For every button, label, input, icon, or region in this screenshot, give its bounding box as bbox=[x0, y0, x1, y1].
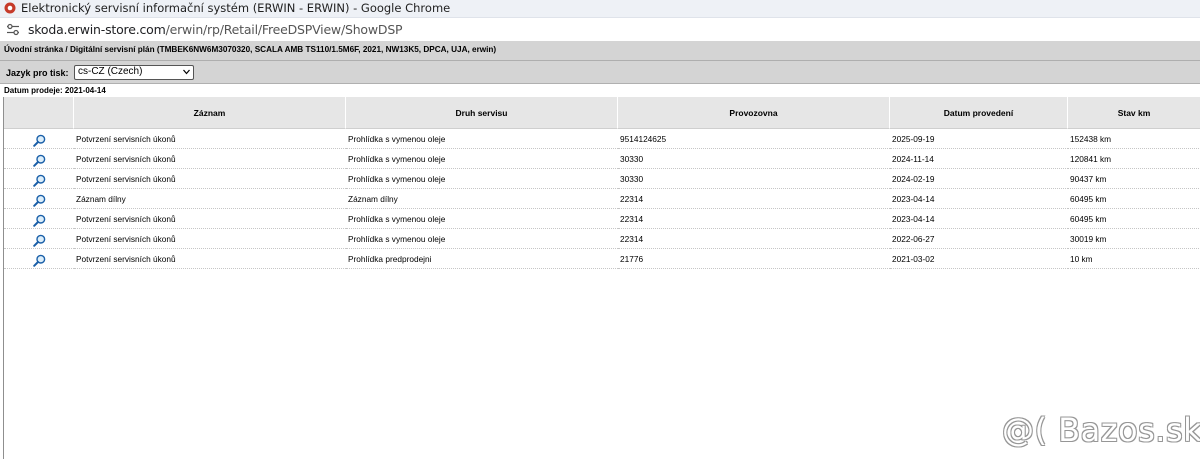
table-row: Potvrzení servisních úkonů Prohlídka s vy… bbox=[4, 229, 1200, 249]
cell-druh-servisu: Prohlídka s vymenou oleje bbox=[346, 129, 618, 149]
magnifier-icon[interactable] bbox=[32, 154, 46, 167]
cell-provozovna: 22314 bbox=[618, 189, 890, 209]
cell-detail bbox=[4, 189, 74, 209]
cell-zaznam: Potvrzení servisních úkonů bbox=[74, 129, 346, 149]
header-provozovna: Provozovna bbox=[618, 97, 890, 129]
cell-detail bbox=[4, 169, 74, 189]
cell-provozovna: 22314 bbox=[618, 209, 890, 229]
breadcrumb[interactable]: Úvodní stránka / Digitální servisní plán… bbox=[4, 45, 496, 54]
print-language-select[interactable]: cs-CZ (Czech) bbox=[74, 65, 194, 80]
cell-stav-km: 152438 km bbox=[1068, 129, 1200, 149]
cell-stav-km: 120841 km bbox=[1068, 149, 1200, 169]
table-header-row: Záznam Druh servisu Provozovna Datum proved… bbox=[4, 97, 1200, 129]
app-icon bbox=[4, 2, 16, 14]
magnifier-icon[interactable] bbox=[32, 174, 46, 187]
cell-stav-km: 30019 km bbox=[1068, 229, 1200, 249]
breadcrumb-bar: Úvodní stránka / Digitální servisní plán… bbox=[0, 41, 1200, 61]
cell-provozovna: 30330 bbox=[618, 149, 890, 169]
cell-druh-servisu: Prohlídka s vymenou oleje bbox=[346, 149, 618, 169]
sale-date: Datum prodeje: 2021-04-14 bbox=[4, 86, 106, 95]
cell-datum-provedeni: 2023-04-14 bbox=[890, 209, 1068, 229]
table-row: Potvrzení servisních úkonů Prohlídka s vy… bbox=[4, 169, 1200, 189]
cell-datum-provedeni: 2022-06-27 bbox=[890, 229, 1068, 249]
cell-stav-km: 90437 km bbox=[1068, 169, 1200, 189]
table-body: Potvrzení servisních úkonů Prohlídka s vy… bbox=[4, 129, 1200, 269]
cell-datum-provedeni: 2025-09-19 bbox=[890, 129, 1068, 149]
table-row: Potvrzení servisních úkonů Prohlídka s vy… bbox=[4, 129, 1200, 149]
cell-zaznam: Záznam dílny bbox=[74, 189, 346, 209]
magnifier-icon[interactable] bbox=[32, 134, 46, 147]
cell-detail bbox=[4, 249, 74, 269]
header-datum-provedeni: Datum provedení bbox=[890, 97, 1068, 129]
cell-datum-provedeni: 2024-02-19 bbox=[890, 169, 1068, 189]
cell-zaznam: Potvrzení servisních úkonů bbox=[74, 249, 346, 269]
print-language-label: Jazyk pro tisk: bbox=[6, 68, 69, 78]
cell-druh-servisu: Prohlídka s vymenou oleje bbox=[346, 169, 618, 189]
url-text[interactable]: skoda.erwin-store.com/erwin/rp/Retail/Fr… bbox=[28, 22, 403, 37]
url-domain: skoda.erwin-store.com bbox=[28, 22, 166, 37]
cell-druh-servisu: Prohlídka s vymenou oleje bbox=[346, 209, 618, 229]
cell-detail bbox=[4, 229, 74, 249]
table-row: Záznam dílny Záznam dílny 22314 2023-04-14 6… bbox=[4, 189, 1200, 209]
service-records-table-wrap: Záznam Druh servisu Provozovna Datum proved… bbox=[3, 97, 1200, 459]
cell-zaznam: Potvrzení servisních úkonů bbox=[74, 229, 346, 249]
table-row: Potvrzení servisních úkonů Prohlídka s vy… bbox=[4, 209, 1200, 229]
cell-stav-km: 60495 km bbox=[1068, 209, 1200, 229]
table-row: Potvrzení servisních úkonů Prohlídka pred… bbox=[4, 249, 1200, 269]
magnifier-icon[interactable] bbox=[32, 234, 46, 247]
address-bar[interactable]: skoda.erwin-store.com/erwin/rp/Retail/Fr… bbox=[0, 18, 1200, 42]
table-row: Potvrzení servisních úkonů Prohlídka s vy… bbox=[4, 149, 1200, 169]
cell-detail bbox=[4, 149, 74, 169]
cell-druh-servisu: Prohlídka predprodejni bbox=[346, 249, 618, 269]
cell-druh-servisu: Prohlídka s vymenou oleje bbox=[346, 229, 618, 249]
cell-provozovna: 30330 bbox=[618, 169, 890, 189]
print-language-value: cs-CZ (Czech) bbox=[78, 66, 143, 77]
watermark-text: @( Bazos.sk bbox=[1002, 411, 1200, 449]
header-stav-km: Stav km bbox=[1068, 97, 1200, 129]
header-druh-servisu: Druh servisu bbox=[346, 97, 618, 129]
cell-zaznam: Potvrzení servisních úkonů bbox=[74, 169, 346, 189]
cell-datum-provedeni: 2023-04-14 bbox=[890, 189, 1068, 209]
cell-datum-provedeni: 2021-03-02 bbox=[890, 249, 1068, 269]
cell-provozovna: 22314 bbox=[618, 229, 890, 249]
cell-zaznam: Potvrzení servisních úkonů bbox=[74, 149, 346, 169]
cell-stav-km: 60495 km bbox=[1068, 189, 1200, 209]
chevron-down-icon bbox=[183, 69, 190, 75]
print-language-bar: Jazyk pro tisk: cs-CZ (Czech) bbox=[0, 61, 1200, 84]
cell-druh-servisu: Záznam dílny bbox=[346, 189, 618, 209]
cell-detail bbox=[4, 129, 74, 149]
watermark: @( Bazos.sk bbox=[1002, 411, 1200, 451]
cell-detail bbox=[4, 209, 74, 229]
service-records-table: Záznam Druh servisu Provozovna Datum proved… bbox=[4, 97, 1200, 269]
magnifier-icon[interactable] bbox=[32, 254, 46, 267]
cell-datum-provedeni: 2024-11-14 bbox=[890, 149, 1068, 169]
cell-stav-km: 10 km bbox=[1068, 249, 1200, 269]
header-zaznam: Záznam bbox=[74, 97, 346, 129]
window-title: Elektronický servisní informační systém … bbox=[21, 1, 451, 15]
tune-icon[interactable] bbox=[6, 23, 20, 36]
url-path: /erwin/rp/Retail/FreeDSPView/ShowDSP bbox=[165, 22, 403, 37]
cell-provozovna: 9514124625 bbox=[618, 129, 890, 149]
window-title-bar: Elektronický servisní informační systém … bbox=[0, 0, 1200, 18]
magnifier-icon[interactable] bbox=[32, 194, 46, 207]
cell-provozovna: 21776 bbox=[618, 249, 890, 269]
magnifier-icon[interactable] bbox=[32, 214, 46, 227]
header-icon-col bbox=[4, 97, 74, 129]
cell-zaznam: Potvrzení servisních úkonů bbox=[74, 209, 346, 229]
